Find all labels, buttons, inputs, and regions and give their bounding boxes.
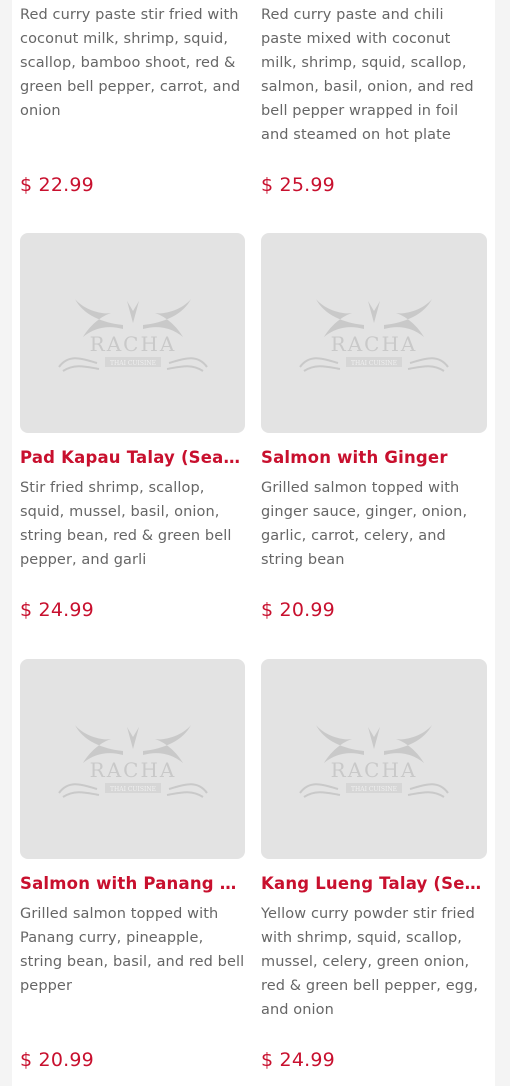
swirl-right	[166, 783, 208, 798]
logo-wordmark: RACHA	[331, 758, 418, 782]
item-description: Grilled salmon topped with ginger sauce,…	[261, 480, 468, 568]
swirl-left	[57, 357, 99, 372]
menu-item-card[interactable]: Red curry paste and chili paste mixed wi…	[261, 3, 487, 147]
item-title[interactable]: Salmon with Ginger	[261, 448, 483, 467]
item-title[interactable]: Kang Lueng Talay (Seaf...	[261, 874, 483, 893]
item-image-placeholder[interactable]: RACHA THAI CUISINE	[20, 659, 245, 859]
restaurant-logo: RACHA THAI CUISINE	[294, 719, 454, 799]
restaurant-logo: RACHA THAI CUISINE	[53, 719, 213, 799]
item-price: $ 22.99	[20, 174, 94, 196]
logo-mark: RACHA THAI CUISINE	[57, 725, 208, 798]
item-price: $ 25.99	[261, 174, 335, 196]
item-description: Grilled salmon topped with Panang curry,…	[20, 906, 245, 994]
logo-mark: RACHA THAI CUISINE	[57, 299, 208, 372]
restaurant-logo: RACHA THAI CUISINE	[294, 293, 454, 373]
item-price: $ 20.99	[20, 1049, 94, 1071]
restaurant-logo: RACHA THAI CUISINE	[53, 293, 213, 373]
logo-mark: RACHA THAI CUISINE	[299, 725, 449, 798]
logo-wordmark: RACHA	[89, 332, 176, 356]
menu-item-card[interactable]: Red curry paste stir fried with coconut …	[20, 3, 245, 123]
item-description: Red curry paste stir fried with coconut …	[20, 7, 241, 119]
menu-item-card[interactable]: Stir fried shrimp, scallop, squid, musse…	[20, 476, 245, 572]
logo-subtext: THAI CUISINE	[110, 360, 156, 367]
menu-item-card[interactable]: Yellow curry powder stir fried with shri…	[261, 902, 487, 1022]
logo-subtext: THAI CUISINE	[351, 360, 397, 367]
swirl-left	[299, 357, 341, 372]
logo-wordmark: RACHA	[89, 758, 176, 782]
swirl-right	[407, 783, 449, 798]
item-image-placeholder[interactable]: RACHA THAI CUISINE	[261, 659, 487, 859]
logo-mark: RACHA THAI CUISINE	[299, 299, 449, 372]
item-description: Yellow curry powder stir fried with shri…	[261, 906, 479, 1018]
item-image-placeholder[interactable]: RACHA THAI CUISINE	[261, 233, 487, 433]
swirl-right	[166, 357, 208, 372]
item-title[interactable]: Pad Kapau Talay (Seafo...	[20, 448, 242, 467]
item-description: Stir fried shrimp, scallop, squid, musse…	[20, 480, 232, 568]
item-price: $ 24.99	[261, 1049, 335, 1071]
menu-item-card[interactable]: Grilled salmon topped with Panang curry,…	[20, 902, 245, 998]
swirl-left	[57, 783, 99, 798]
swirl-right	[407, 357, 449, 372]
swirl-left	[299, 783, 341, 798]
logo-subtext: THAI CUISINE	[351, 786, 397, 793]
logo-wordmark: RACHA	[331, 332, 418, 356]
item-title[interactable]: Salmon with Panang Cu...	[20, 874, 242, 893]
menu-item-card[interactable]: Grilled salmon topped with ginger sauce,…	[261, 476, 487, 572]
item-price: $ 24.99	[20, 599, 94, 621]
logo-subtext: THAI CUISINE	[110, 786, 156, 793]
item-description: Red curry paste and chili paste mixed wi…	[261, 7, 474, 143]
item-price: $ 20.99	[261, 599, 335, 621]
item-image-placeholder[interactable]: RACHA THAI CUISINE	[20, 233, 245, 433]
